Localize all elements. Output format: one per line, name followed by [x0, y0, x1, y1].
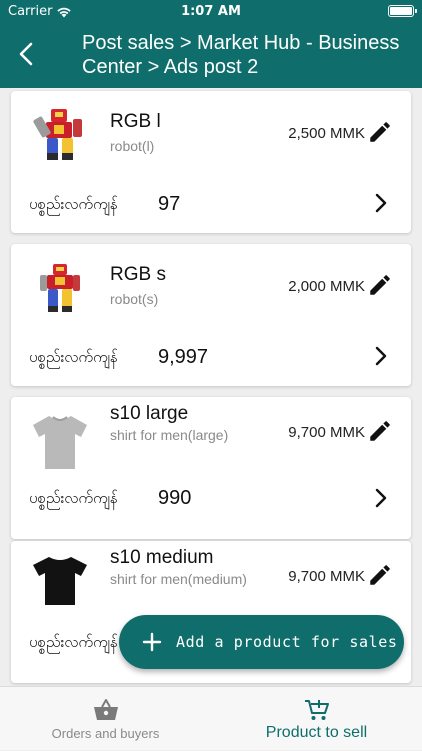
- grey-tshirt-thumbnail: [33, 416, 87, 469]
- stock-count: 97: [158, 193, 181, 215]
- bottom-nav: Orders and buyers Product to sell: [0, 686, 422, 750]
- stock-label: ပစ္စည်းလက်ကျန်: [29, 348, 118, 366]
- add-product-label: Add a product for sales: [176, 633, 398, 651]
- nav-orders-and-buyers[interactable]: Orders and buyers: [0, 687, 211, 751]
- chevron-right-icon[interactable]: [369, 191, 393, 215]
- page-title: Post sales > Market Hub - Business Cente…: [82, 32, 400, 78]
- chevron-right-icon[interactable]: [369, 344, 393, 368]
- back-arrow-icon: [19, 42, 33, 66]
- edit-icon[interactable]: [367, 272, 393, 298]
- product-description: shirt for men(large): [110, 427, 229, 443]
- app-bar: Post sales > Market Hub - Business Cente…: [0, 22, 422, 88]
- black-tshirt-thumbnail: [33, 557, 87, 605]
- cart-plus-icon: [304, 700, 329, 720]
- battery-icon: [388, 5, 417, 17]
- stock-label: ပစ္စည်းလက်ကျန်: [29, 633, 118, 651]
- product-name: s10 large: [110, 403, 189, 424]
- stock-label: ပစ္စည်းလက်ကျန်: [29, 489, 118, 507]
- product-card[interactable]: RGB s robot(s) 2,000 MMK ပစ္စည်းလက်ကျန် …: [11, 244, 411, 386]
- basket-icon: [93, 699, 118, 720]
- product-price: 2,500 MMK: [288, 125, 365, 142]
- edit-icon[interactable]: [367, 119, 393, 145]
- product-list[interactable]: RGB l robot(l) 2,500 MMK ပစ္စည်းလက်ကျန် …: [0, 88, 422, 686]
- product-description: shirt for men(medium): [110, 571, 247, 587]
- nav-label: Orders and buyers: [51, 726, 160, 741]
- product-description: robot(l): [110, 138, 155, 154]
- robot-small-thumbnail: [40, 264, 80, 312]
- status-time: 1:07 AM: [181, 4, 241, 19]
- edit-icon[interactable]: [367, 418, 393, 444]
- plus-icon: [142, 632, 162, 652]
- edit-icon[interactable]: [367, 562, 393, 588]
- product-price: 2,000 MMK: [288, 278, 365, 295]
- nav-product-to-sell[interactable]: Product to sell: [211, 687, 422, 751]
- stock-count: 9,997: [158, 346, 209, 368]
- robot-large-thumbnail: [33, 109, 82, 160]
- stock-label: ပစ္စည်းလက်ကျန်: [29, 195, 118, 213]
- chevron-right-icon[interactable]: [369, 486, 393, 510]
- nav-label: Product to sell: [265, 724, 368, 741]
- product-card[interactable]: s10 large shirt for men(large) 9,700 MMK…: [11, 397, 411, 539]
- add-product-button[interactable]: Add a product for sales: [119, 615, 404, 669]
- product-name: s10 medium: [110, 547, 214, 568]
- back-button[interactable]: [8, 34, 44, 74]
- status-bar: Carrier 1:07 AM: [0, 0, 422, 22]
- product-price: 9,700 MMK: [288, 568, 365, 585]
- product-card[interactable]: RGB l robot(l) 2,500 MMK ပစ္စည်းလက်ကျန် …: [11, 91, 411, 233]
- product-name: RGB s: [110, 264, 166, 285]
- product-description: robot(s): [110, 291, 159, 307]
- product-price: 9,700 MMK: [288, 424, 365, 441]
- product-name: RGB l: [110, 111, 161, 132]
- stock-count: 990: [158, 487, 192, 509]
